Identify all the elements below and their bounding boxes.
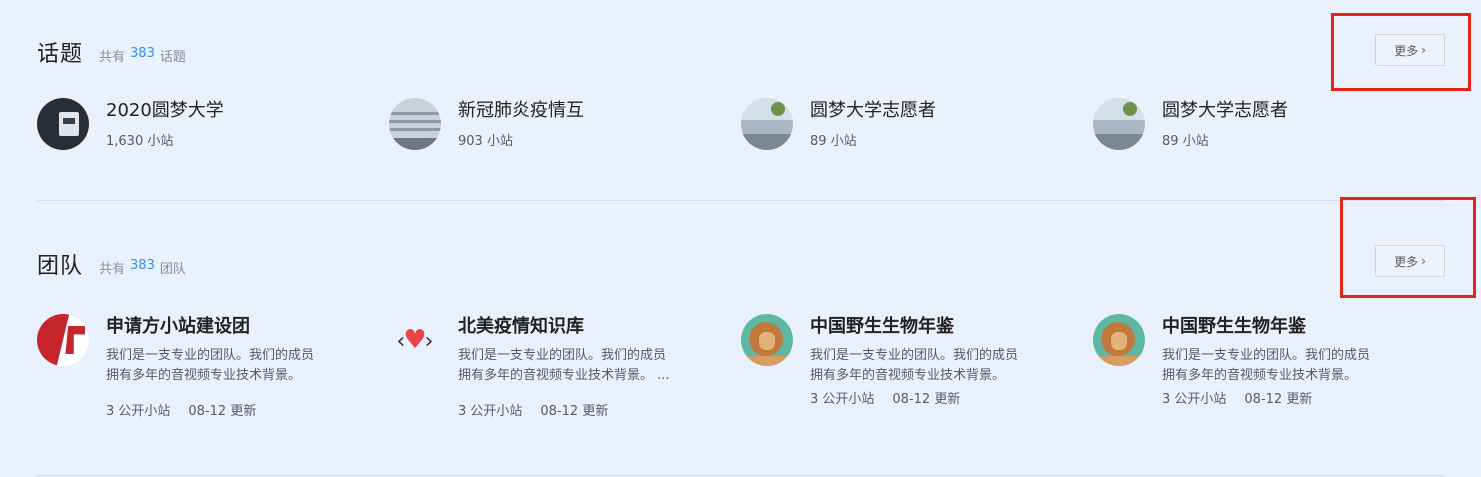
team-avatar — [37, 314, 89, 366]
topic-avatar — [1093, 98, 1145, 150]
topic-title: 2020圆梦大学 — [106, 100, 224, 121]
team-title: 申请方小站建设团 — [106, 316, 250, 337]
team-meta: 3 公开小站 08-12 更新 — [106, 400, 364, 419]
team-updated: 08-12 更新 — [1244, 392, 1313, 407]
team-public-sites: 3 公开小站 — [1162, 392, 1227, 407]
team-description-line: 拥有多年的音视频专业技术背景。 — [810, 368, 1006, 383]
topics-count: 共有 383 话题 — [99, 46, 186, 65]
team-updated: 08-12 更新 — [892, 392, 961, 407]
topic-item[interactable]: 圆梦大学志愿者 89 小站 — [1093, 98, 1445, 150]
team-title: 北美疫情知识库 — [458, 316, 584, 337]
team-description-line: 我们是一支专业的团队。我们的成员 — [1162, 348, 1371, 363]
team-description-line: 拥有多年的音视频专业技术背景。 — [106, 368, 302, 383]
teams-header: 团队 共有 383 团队 — [37, 248, 186, 280]
topic-site-count: 89 小站 — [810, 134, 857, 149]
team-item[interactable]: 中国野生生物年鉴 我们是一支专业的团队。我们的成员 拥有多年的音视频专业技术背景… — [1093, 314, 1445, 419]
team-item[interactable]: ‹♥› 北美疫情知识库 我们是一支专业的团队。我们的成员 拥有多年的音视频专业技… — [389, 314, 741, 419]
topics-more-label: 更多 — [1394, 43, 1419, 58]
topics-list: 2020圆梦大学 1,630 小站 新冠肺炎疫情互 903 小站 圆梦大学志愿者 — [37, 98, 1445, 150]
topic-avatar — [741, 98, 793, 150]
team-avatar: ‹♥› — [389, 314, 441, 366]
team-description: 我们是一支专业的团队。我们的成员 拥有多年的音视频专业技术背景。 ... — [458, 346, 716, 386]
teams-more-button[interactable]: 更多 › — [1375, 245, 1445, 277]
team-description-line: 我们是一支专业的团队。我们的成员 — [810, 348, 1019, 363]
team-updated: 08-12 更新 — [188, 404, 257, 419]
topic-avatar — [37, 98, 89, 150]
teams-list: 申请方小站建设团 我们是一支专业的团队。我们的成员 拥有多年的音视频专业技术背景… — [37, 314, 1445, 419]
topics-count-number: 383 — [130, 46, 155, 61]
team-description: 我们是一支专业的团队。我们的成员 拥有多年的音视频专业技术背景。 — [106, 346, 364, 386]
topic-title: 圆梦大学志愿者 — [810, 100, 936, 121]
topics-count-prefix: 共有 — [99, 50, 126, 65]
topic-item[interactable]: 2020圆梦大学 1,630 小站 — [37, 98, 389, 150]
topic-site-count: 903 小站 — [458, 134, 513, 149]
topic-item[interactable]: 圆梦大学志愿者 89 小站 — [741, 98, 1093, 150]
team-meta: 3 公开小站 08-12 更新 — [1162, 388, 1420, 407]
team-public-sites: 3 公开小站 — [810, 392, 875, 407]
topics-more-button[interactable]: 更多 › — [1375, 34, 1445, 66]
screen-image-icon — [59, 112, 79, 136]
topic-title: 新冠肺炎疫情互 — [458, 100, 584, 121]
team-title: 中国野生生物年鉴 — [1162, 316, 1306, 337]
topic-avatar — [389, 98, 441, 150]
team-description-line: 我们是一支专业的团队。我们的成员 — [458, 348, 667, 363]
teams-count-prefix: 共有 — [99, 262, 126, 277]
team-meta: 3 公开小站 08-12 更新 — [810, 388, 1068, 407]
team-title: 中国野生生物年鉴 — [810, 316, 954, 337]
teams-count-number: 383 — [130, 258, 155, 273]
team-updated: 08-12 更新 — [540, 404, 609, 419]
team-description: 我们是一支专业的团队。我们的成员 拥有多年的音视频专业技术背景。 — [1162, 346, 1420, 386]
teams-count: 共有 383 团队 — [99, 258, 186, 277]
team-description-line: 我们是一支专业的团队。我们的成员 — [106, 348, 315, 363]
topics-title: 话题 — [37, 42, 84, 67]
topics-header: 话题 共有 383 话题 — [37, 36, 186, 68]
topic-site-count: 89 小站 — [1162, 134, 1209, 149]
topics-count-suffix: 话题 — [159, 50, 186, 65]
topic-title: 圆梦大学志愿者 — [1162, 100, 1288, 121]
team-avatar — [741, 314, 793, 366]
team-public-sites: 3 公开小站 — [106, 404, 171, 419]
chevron-right-icon: › — [1421, 254, 1426, 268]
chevron-right-icon: › — [1421, 43, 1426, 57]
section-divider — [37, 475, 1445, 476]
team-description: 我们是一支专业的团队。我们的成员 拥有多年的音视频专业技术背景。 — [810, 346, 1068, 386]
teams-section: 团队 共有 383 团队 更多 › 申请方小站建设团 我们是一支专业的团队。我们… — [37, 201, 1445, 475]
team-avatar — [1093, 314, 1145, 366]
heart-code-icon: ‹♥› — [396, 325, 434, 355]
teams-count-suffix: 团队 — [159, 262, 186, 277]
team-description-line: 拥有多年的音视频专业技术背景。 ... — [458, 368, 670, 383]
teams-title: 团队 — [37, 254, 84, 279]
team-item[interactable]: 中国野生生物年鉴 我们是一支专业的团队。我们的成员 拥有多年的音视频专业技术背景… — [741, 314, 1093, 419]
team-item[interactable]: 申请方小站建设团 我们是一支专业的团队。我们的成员 拥有多年的音视频专业技术背景… — [37, 314, 389, 419]
topics-section: 话题 共有 383 话题 更多 › 2020圆梦大学 1,630 小站 新冠肺炎… — [37, 0, 1445, 200]
team-public-sites: 3 公开小站 — [458, 404, 523, 419]
team-meta: 3 公开小站 08-12 更新 — [458, 400, 716, 419]
topic-item[interactable]: 新冠肺炎疫情互 903 小站 — [389, 98, 741, 150]
team-description-line: 拥有多年的音视频专业技术背景。 — [1162, 368, 1358, 383]
topic-site-count: 1,630 小站 — [106, 134, 174, 149]
teams-more-label: 更多 — [1394, 254, 1419, 269]
